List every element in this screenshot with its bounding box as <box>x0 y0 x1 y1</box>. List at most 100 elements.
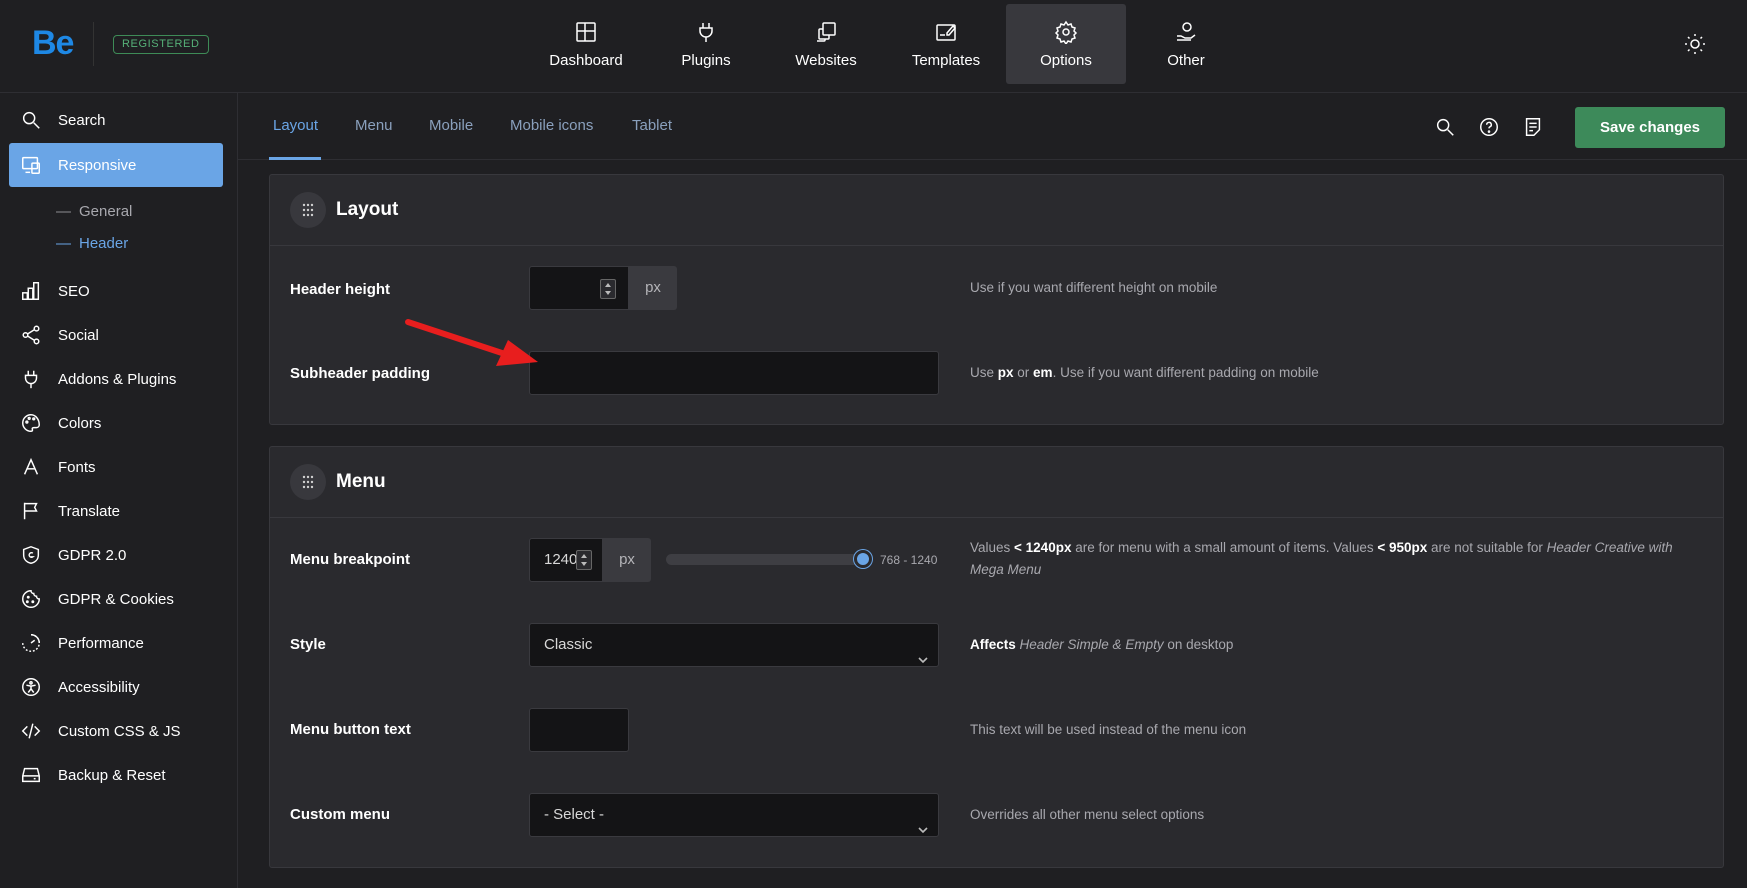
nav-other[interactable]: Other <box>1126 4 1246 84</box>
other-icon <box>1177 22 1196 41</box>
save-button[interactable]: Save changes <box>1575 107 1725 148</box>
sidebar-item-fonts[interactable]: Fonts <box>9 445 223 489</box>
tab-mobile[interactable]: Mobile <box>429 117 473 134</box>
backup-icon <box>22 767 40 783</box>
sidebar-item-colors[interactable]: Colors <box>9 401 223 445</box>
nav-label: Dashboard <box>549 52 623 69</box>
sidebar-item-seo[interactable]: SEO <box>9 269 223 313</box>
field-description: Overrides all other menu select options <box>970 807 1205 822</box>
search-button[interactable] <box>1434 116 1456 138</box>
accessibility-icon <box>22 678 40 696</box>
field-description: Values < 1240px are for menu with a smal… <box>970 540 1673 577</box>
nav-label: Options <box>1040 52 1092 69</box>
sidebar-subitem-general[interactable]: — General <box>56 203 132 220</box>
websites-icon <box>817 22 836 42</box>
sidebar-item-addons[interactable]: Addons & Plugins <box>9 357 223 401</box>
notes-button[interactable] <box>1522 116 1544 138</box>
logo[interactable]: Be <box>32 24 74 63</box>
drag-handle[interactable] <box>290 192 326 228</box>
tab-mobile-icons[interactable]: Mobile icons <box>510 117 593 134</box>
chevron-down-icon <box>918 640 928 664</box>
nav-label: Websites <box>795 52 857 69</box>
panel-title: Menu <box>336 471 386 492</box>
code-icon <box>21 723 41 739</box>
field-label: Custom menu <box>290 806 391 823</box>
sidebar-item-label: Responsive <box>58 156 137 174</box>
sidebar-item-search[interactable]: Search <box>9 98 223 142</box>
theme-toggle[interactable] <box>1683 32 1707 56</box>
search-icon <box>22 111 40 129</box>
sidebar-item-label: Search <box>58 111 106 129</box>
seo-icon <box>22 282 40 300</box>
field-description: This text will be used instead of the me… <box>970 722 1247 737</box>
nav-label: Other <box>1167 52 1205 69</box>
panel-title: Layout <box>336 199 399 220</box>
field-description: Use px or em. Use if you want different … <box>970 365 1319 380</box>
templates-icon <box>936 24 957 41</box>
slider-handle[interactable] <box>854 550 872 568</box>
field-description: Use if you want different height on mobi… <box>970 280 1218 295</box>
sidebar-item-social[interactable]: Social <box>9 313 223 357</box>
style-select[interactable]: Classic <box>529 623 939 667</box>
sidebar-item-gdpr-cookies[interactable]: GDPR & Cookies <box>9 577 223 621</box>
slider-range-label: 768 - 1240 <box>880 553 938 567</box>
nav-label: Templates <box>911 52 981 69</box>
field-label: Menu button text <box>290 721 411 738</box>
sidebar: Search Responsive — General — Header SEO S… <box>0 93 238 888</box>
tab-tablet[interactable]: Tablet <box>632 117 672 134</box>
header-height-stepper[interactable] <box>600 279 616 299</box>
annotation-arrow <box>405 319 538 366</box>
nav-dashboard[interactable]: Dashboard <box>526 4 646 84</box>
gear-icon <box>1054 20 1078 44</box>
nav-options[interactable]: Options <box>1006 4 1126 84</box>
sidebar-item-label: Performance <box>58 634 144 652</box>
top-bar: Be REGISTERED Dashboard Plugins Websites… <box>0 0 1747 93</box>
custom-menu-select[interactable]: - Select - <box>529 793 939 837</box>
select-value: Classic <box>544 636 593 653</box>
sidebar-item-label: SEO <box>58 282 90 300</box>
sidebar-item-translate[interactable]: Translate <box>9 489 223 533</box>
help-icon <box>1480 118 1498 136</box>
subheader-padding-input[interactable] <box>529 351 939 395</box>
cookie-icon <box>22 590 40 608</box>
nav-plugins[interactable]: Plugins <box>646 4 766 84</box>
performance-icon <box>22 634 40 652</box>
sidebar-item-label: Colors <box>58 414 102 432</box>
sidebar-item-custom-css[interactable]: Custom CSS & JS <box>9 709 223 753</box>
sidebar-item-label: Fonts <box>58 458 96 476</box>
sidebar-subitem-label: Header <box>79 235 129 252</box>
sidebar-item-accessibility[interactable]: Accessibility <box>9 665 223 709</box>
share-icon <box>22 325 40 345</box>
nav-websites[interactable]: Websites <box>766 4 886 84</box>
tab-menu[interactable]: Menu <box>355 117 393 134</box>
registered-badge: REGISTERED <box>113 35 209 54</box>
sidebar-item-label: Social <box>58 326 99 344</box>
help-button[interactable] <box>1478 116 1500 138</box>
menu-breakpoint-stepper[interactable] <box>576 550 592 570</box>
shield-icon <box>22 545 40 565</box>
sidebar-item-backup[interactable]: Backup & Reset <box>9 753 223 797</box>
nav-templates[interactable]: Templates <box>886 4 1006 84</box>
responsive-icon <box>22 156 40 174</box>
menu-breakpoint-slider[interactable] <box>666 554 866 565</box>
field-label: Menu breakpoint <box>290 551 411 568</box>
plug-icon <box>24 370 38 389</box>
tab-layout[interactable]: Layout <box>273 117 318 134</box>
drag-handle[interactable] <box>290 464 326 500</box>
menu-button-text-input[interactable] <box>529 708 629 752</box>
sidebar-subitem-label: General <box>79 203 133 220</box>
menu-panel: Menu Menu breakpoint 1240 px 768 - 1240 … <box>269 446 1724 868</box>
sidebar-item-responsive[interactable]: Responsive <box>9 143 223 187</box>
sidebar-item-label: Translate <box>58 502 120 520</box>
sidebar-item-label: GDPR & Cookies <box>58 590 174 608</box>
layout-panel: Layout Header height px Use if you want … <box>269 174 1724 425</box>
palette-icon <box>22 414 40 432</box>
drag-icon <box>302 475 314 489</box>
sidebar-item-label: GDPR 2.0 <box>58 546 127 564</box>
field-label: Header height <box>290 281 391 298</box>
nav-label: Plugins <box>681 52 731 69</box>
sidebar-item-performance[interactable]: Performance <box>9 621 223 665</box>
sidebar-subitem-header[interactable]: — Header <box>56 235 128 252</box>
sidebar-item-gdpr2[interactable]: GDPR 2.0 <box>9 533 223 577</box>
select-value: - Select - <box>544 806 605 823</box>
